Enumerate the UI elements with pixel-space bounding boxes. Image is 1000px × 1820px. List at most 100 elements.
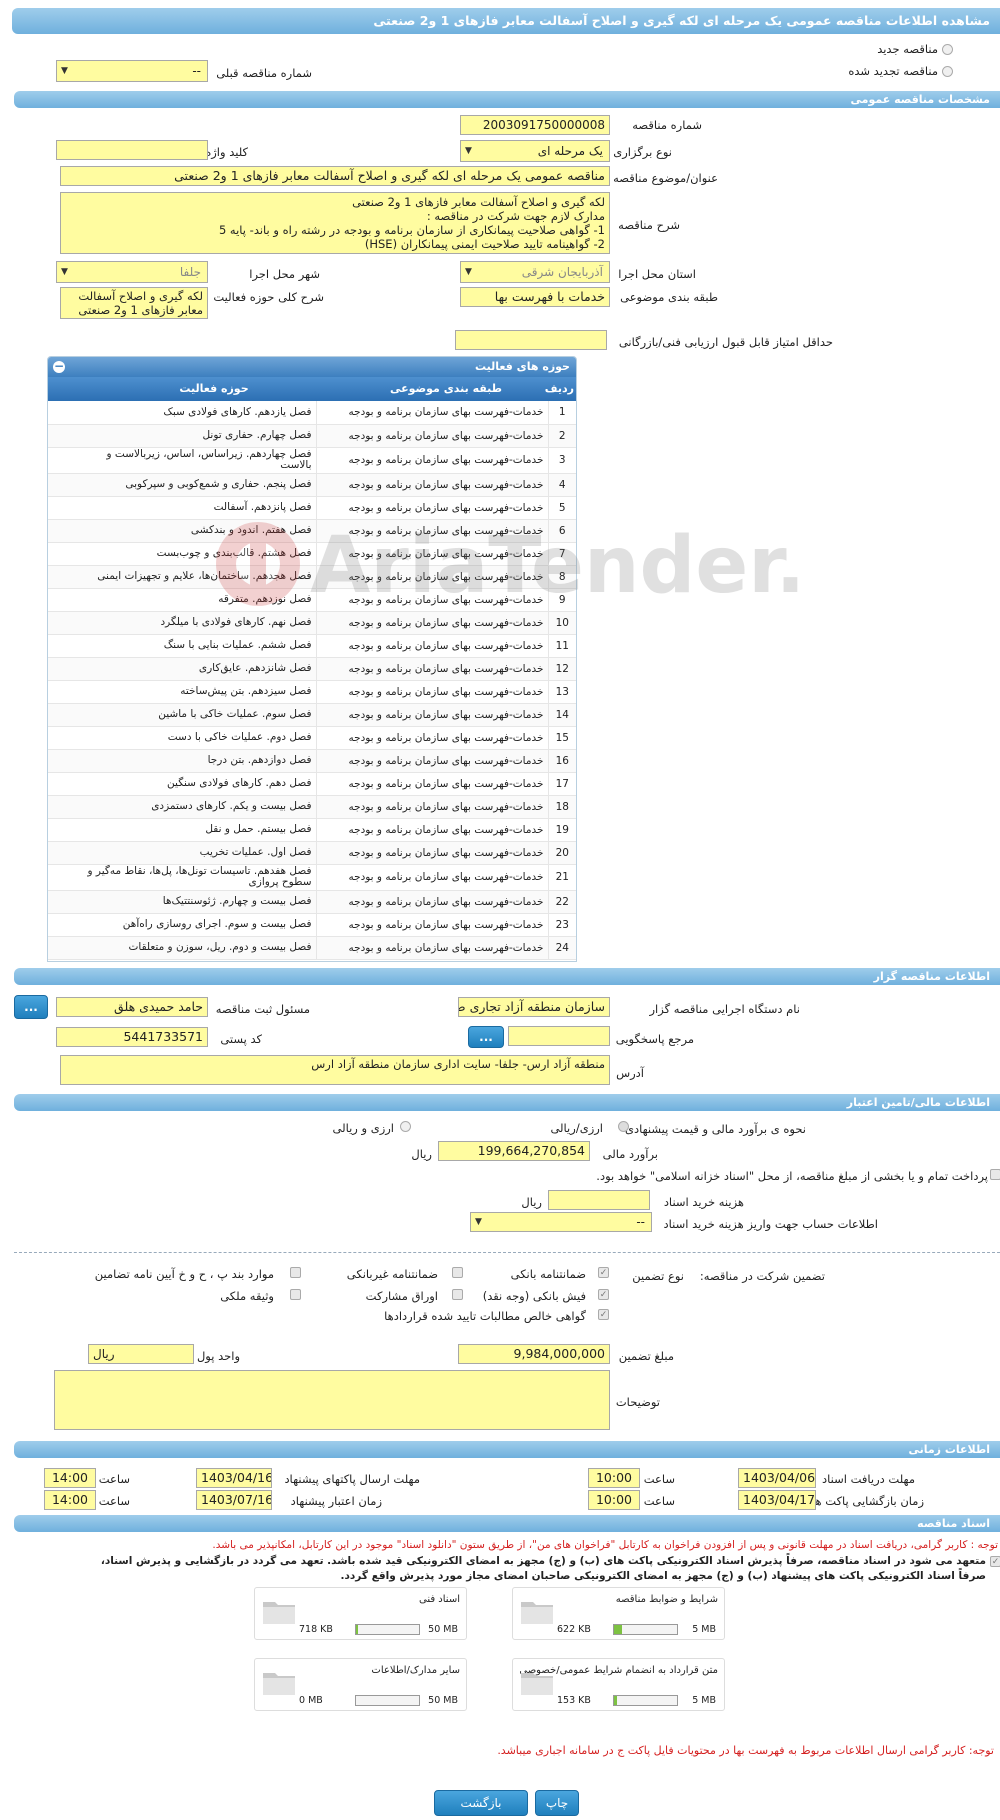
activity-row: 14 خدمات-فهرست بهای سازمان برنامه و بودجه…: [48, 703, 576, 727]
g-property-label: وثیقه ملکی: [220, 1289, 274, 1303]
activity-row-number: 1: [548, 401, 576, 425]
new-tender-radio[interactable]: [942, 44, 953, 55]
activity-line: فصل بیستم. حمل و نقل: [205, 823, 312, 835]
col-activity-header: حوزه فعالیت: [179, 382, 249, 395]
receive-date: 1403/04/06: [738, 1468, 816, 1488]
description-line: لکه گیری و اصلاح آسفالت معابر فازهای 1 و…: [352, 195, 605, 209]
doc-tile[interactable]: سایر مدارک/اطلاعات 50 MB 0 MB: [254, 1658, 467, 1711]
city-select[interactable]: جلفا ▼: [56, 261, 208, 283]
activity-row-category: خدمات-فهرست بهای سازمان برنامه و بودجه: [315, 447, 549, 474]
print-button[interactable]: چاپ: [535, 1790, 579, 1816]
activity-row: 23 خدمات-فهرست بهای سازمان برنامه و بودجه…: [48, 913, 576, 937]
svg-text:AriaTender.neT: AriaTender.neT: [310, 521, 800, 611]
g-claims-checkbox: ✓: [598, 1309, 609, 1320]
activity-row: 3 خدمات-فهرست بهای سازمان برنامه و بودجه ف…: [48, 447, 576, 474]
general-section-header: مشخصات مناقصه عمومی: [14, 91, 1000, 108]
open-label: زمان بازگشایی پاکت ها: [812, 1494, 924, 1508]
chevron-down-icon: ▼: [475, 1217, 482, 1227]
chevron-down-icon: ▼: [465, 146, 472, 156]
watermark: AriaTender.neT: [200, 500, 967, 620]
responsible-label: مسئول ثبت مناقصه: [215, 1002, 310, 1016]
activity-row-activity: فصل پنجم. حفاری و شمع‌کوبی و سپرکوبی: [48, 473, 316, 497]
keyword-field[interactable]: [56, 140, 208, 160]
renewed-tender-label: مناقصه تجدید شده: [848, 64, 938, 78]
treasury-checkbox[interactable]: [990, 1169, 1000, 1180]
watermark-logo-icon: AriaTender.neT: [216, 521, 967, 611]
method-rial-radio[interactable]: [618, 1121, 629, 1132]
open-date: 1403/04/17: [738, 1490, 816, 1510]
activity-line: فصل بیست و سوم. اجرای روسازی راه‌آهن: [122, 918, 312, 930]
back-button[interactable]: بازگشت: [434, 1790, 528, 1816]
activity-row: 13 خدمات-فهرست بهای سازمان برنامه و بودجه…: [48, 680, 576, 704]
activity-line: فصل دوازدهم. بتن درجا: [207, 754, 312, 766]
postal-label: کد پستی: [220, 1032, 262, 1046]
activity-row: 22 خدمات-فهرست بهای سازمان برنامه و بودجه…: [48, 890, 576, 914]
min-score-field[interactable]: [455, 330, 607, 350]
progress-fill: [614, 1625, 622, 1634]
activity-row-number: 16: [548, 749, 576, 773]
guarantee-amount-field: 9,984,000,000: [458, 1344, 610, 1364]
g-other-label: موارد بند پ ، ح و خ آیین نامه تضامین: [94, 1267, 274, 1281]
activity-row-number: 2: [548, 424, 576, 448]
collapse-icon[interactable]: −: [53, 360, 65, 373]
g-bank-label: ضمانتنامه بانکی: [510, 1267, 586, 1281]
activity-row-activity: فصل بیستم. حمل و نقل: [48, 818, 316, 842]
activity-row-category: خدمات-فهرست بهای سازمان برنامه و بودجه: [315, 864, 549, 891]
send-date: 1403/04/16: [196, 1468, 272, 1488]
g-claims-label: گواهی خالص مطالبات تایید شده قراردادها: [384, 1309, 586, 1323]
activity-row-number: 23: [548, 913, 576, 937]
estimate-unit: ریال: [411, 1147, 432, 1161]
activity-row: 15 خدمات-فهرست بهای سازمان برنامه و بودجه…: [48, 726, 576, 750]
folder-icon: [521, 1602, 553, 1624]
prev-number-select[interactable]: -- ▼: [56, 60, 208, 82]
scope-field: لکه گیری و اصلاح آسفالت معابر فازهای 1 و…: [60, 287, 208, 319]
city-label: شهر محل اجرا: [249, 267, 320, 281]
doc-tile[interactable]: اسناد فنی 50 MB 718 KB: [254, 1587, 467, 1640]
doc-tile-progress: [613, 1695, 678, 1706]
activity-row-activity: فصل بیست و یکم. کارهای دستمزدی: [48, 795, 316, 819]
activity-row-activity: فصل بیست و دوم. ریل، سوزن و متعلقات: [48, 936, 316, 960]
receive-time-label: ساعت: [643, 1472, 675, 1486]
valid-date: 1403/07/16: [196, 1490, 272, 1510]
renewed-tender-radio[interactable]: [942, 66, 953, 77]
doc-tile[interactable]: شرایط و ضوابط مناقصه 5 MB 622 KB: [512, 1587, 725, 1640]
activity-row-category: خدمات-فهرست بهای سازمان برنامه و بودجه: [315, 424, 549, 448]
g-nonbank-checkbox: [452, 1267, 463, 1278]
send-time: 14:00: [44, 1468, 96, 1488]
tender-type-select[interactable]: یک مرحله ای ▼: [460, 140, 610, 162]
doc-tile-name: سایر مدارک/اطلاعات: [371, 1665, 460, 1676]
method-mixed-radio[interactable]: [400, 1121, 411, 1132]
province-label: استان محل اجرا: [618, 267, 696, 281]
activity-row-activity: فصل اول. عملیات تخریب: [48, 841, 316, 865]
doc-tile-max: 5 MB: [692, 1624, 716, 1635]
activity-row-number: 3: [548, 447, 576, 474]
organizer-section-header: اطلاعات مناقصه گزار: [14, 968, 1000, 985]
responsible-lookup-button[interactable]: ...: [14, 995, 48, 1019]
folder-icon: [521, 1673, 553, 1695]
activity-line: فصل ششم. عملیات بنایی با سنگ: [163, 639, 312, 651]
account-select[interactable]: -- ▼: [470, 1212, 652, 1232]
activity-row-category: خدمات-فهرست بهای سازمان برنامه و بودجه: [315, 818, 549, 842]
doc-cost-field[interactable]: [548, 1190, 650, 1210]
new-tender-label: مناقصه جدید: [877, 42, 938, 56]
reference-lookup-button[interactable]: ...: [468, 1026, 504, 1048]
province-select[interactable]: آذربایجان شرقی ▼: [460, 261, 610, 283]
activity-line: فصل شانزدهم. عایق‌کاری: [198, 662, 312, 674]
activity-row: 20 خدمات-فهرست بهای سازمان برنامه و بودجه…: [48, 841, 576, 865]
activity-row-number: 15: [548, 726, 576, 750]
activity-row: 4 خدمات-فهرست بهای سازمان برنامه و بودجه ف…: [48, 473, 576, 497]
g-cash-checkbox: ✓: [598, 1289, 609, 1300]
doc-tile-size: 0 MB: [299, 1695, 323, 1706]
responsible-field: حامد حمیدی هلق: [56, 997, 208, 1017]
activity-row-activity: فصل ششم. عملیات بنایی با سنگ: [48, 634, 316, 658]
notice-text: توجه : کاربر گرامی، دریافت اسناد در مهلت…: [212, 1539, 998, 1551]
description-line: 1- گواهی صلاحیت پیمانکاری از سازمان برنا…: [218, 223, 605, 237]
activity-row-category: خدمات-فهرست بهای سازمان برنامه و بودجه: [315, 795, 549, 819]
activity-row: 11 خدمات-فهرست بهای سازمان برنامه و بودجه…: [48, 634, 576, 658]
doc-tile[interactable]: متن قرارداد به انضمام شرایط عمومی/خصوصی …: [512, 1658, 725, 1711]
notes-field[interactable]: [54, 1370, 610, 1430]
method-mixed-label: ارزی و ریالی: [332, 1121, 394, 1135]
activity-row-category: خدمات-فهرست بهای سازمان برنامه و بودجه: [315, 680, 549, 704]
description-field: لکه گیری و اصلاح آسفالت معابر فازهای 1 و…: [60, 192, 610, 254]
price-list-notice: توجه: کاربر گرامی ارسال اطلاعات مربوط به…: [497, 1744, 994, 1757]
